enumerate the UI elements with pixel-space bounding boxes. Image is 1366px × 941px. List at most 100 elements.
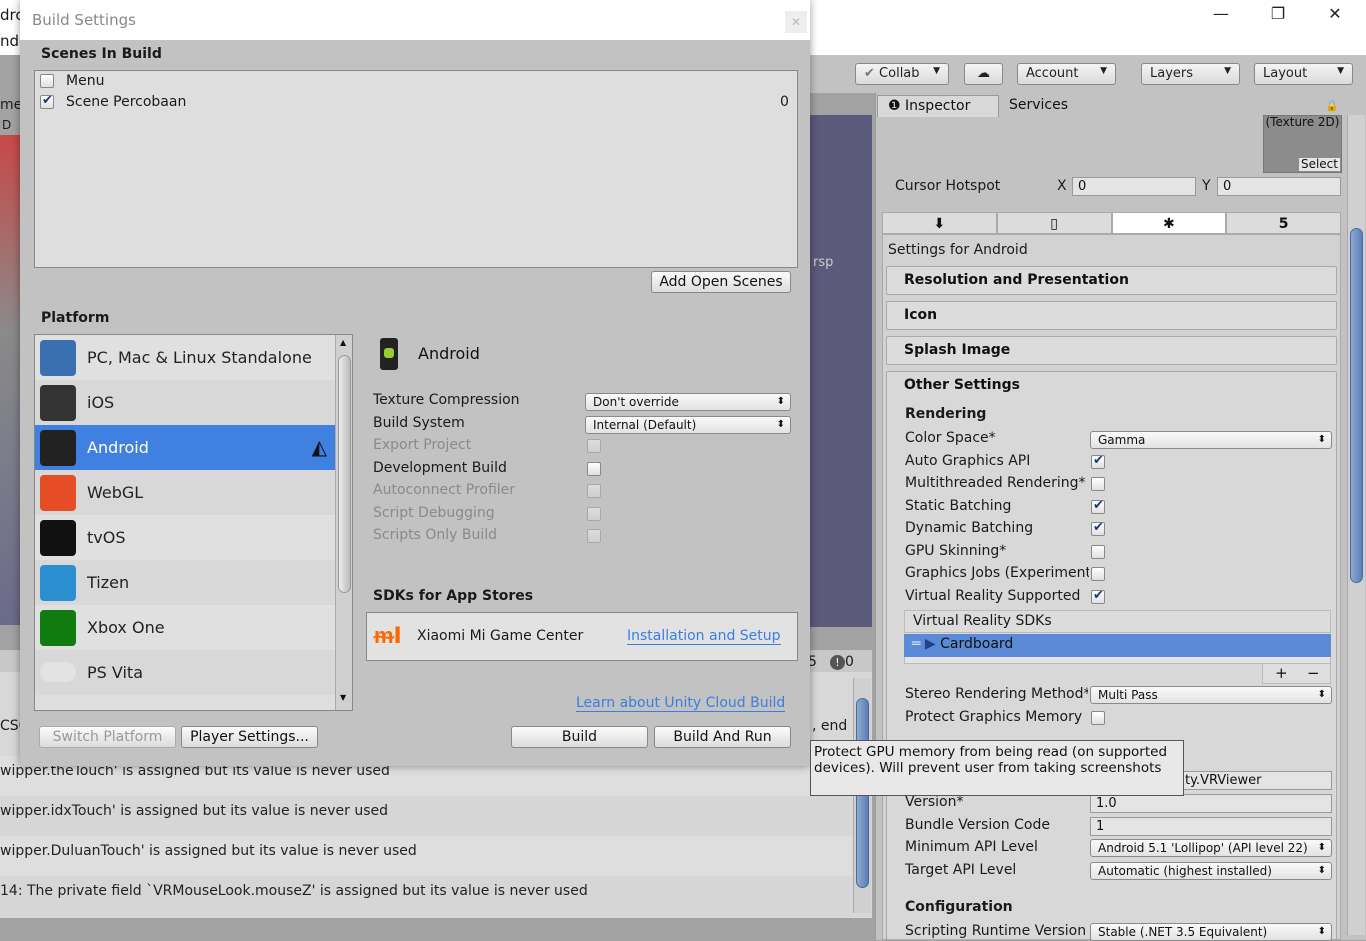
vr-sdks-header: Virtual Reality SDKs [904, 610, 1331, 633]
platform-item[interactable]: PS Vita [35, 650, 335, 695]
scene-view[interactable]: rsp [808, 115, 872, 627]
setting-dropdown[interactable]: Android 5.1 'Lollipop' (API level 22) [1090, 839, 1332, 857]
platform-tab[interactable]: ▯ [996, 212, 1112, 234]
caret-down-icon: ▼ [1100, 66, 1107, 76]
platform-tab[interactable]: ✱ [1111, 212, 1227, 234]
setting-dropdown[interactable]: Automatic (highest installed) [1090, 861, 1332, 880]
build-and-run-button[interactable]: Build And Run [654, 726, 791, 748]
build-option-checkbox [587, 529, 601, 543]
platform-item[interactable]: Android ◭ [35, 425, 335, 470]
setting-label: Virtual Reality Supported [905, 587, 1081, 604]
error-count-toggle[interactable]: ! 0 [830, 654, 854, 670]
setting-checkbox[interactable] [1091, 544, 1105, 559]
remove-sdk-button[interactable]: − [1307, 664, 1320, 682]
platform-item[interactable]: Xbox One [35, 605, 335, 650]
console-log-row[interactable]: wipper.DuluanTouch' is assigned but its … [0, 836, 852, 876]
scrollbar-thumb[interactable] [338, 355, 351, 593]
setting-field[interactable]: 1 [1090, 816, 1332, 836]
build-option-label: Export Project [373, 437, 472, 453]
texture-label: (Texture 2D) [1265, 115, 1340, 129]
platform-name: Xbox One [87, 618, 165, 637]
scrollbar-thumb[interactable] [1350, 228, 1363, 583]
platform-item[interactable]: Tizen [35, 560, 335, 605]
section-splash-image[interactable]: Splash Image [886, 336, 1337, 365]
setting-label: Bundle Version Code [905, 816, 1050, 833]
collab-button[interactable]: ✔ Collab ▼ [855, 63, 949, 85]
close-button[interactable]: ✕ [1320, 4, 1350, 23]
scene-checkbox[interactable] [40, 93, 54, 109]
android-icon: ✱ [1163, 216, 1175, 232]
tooltip: Protect GPU memory from being read (on s… [810, 740, 1184, 796]
caret-down-icon: ▼ [933, 66, 940, 76]
installation-setup-link[interactable]: Installation and Setup [627, 628, 781, 645]
ps-vita-icon [40, 662, 76, 682]
setting-checkbox[interactable] [1091, 498, 1105, 514]
cloud-button[interactable]: ☁ [964, 63, 1003, 85]
platform-item[interactable]: iOS [35, 380, 335, 425]
setting-dropdown[interactable]: Gamma [1090, 431, 1332, 449]
player-settings-button[interactable]: Player Settings... [181, 726, 318, 748]
build-button[interactable]: Build [511, 726, 648, 748]
maximize-button[interactable]: ❐ [1263, 4, 1293, 23]
setting-checkbox[interactable] [1091, 567, 1105, 581]
platform-item[interactable]: WebGL [35, 470, 335, 515]
platform-name: iOS [87, 393, 115, 412]
cursor-hotspot-x-field[interactable]: 0 [1072, 177, 1196, 196]
console-log-row[interactable]: wipper.idxTouch' is assigned but its val… [0, 796, 852, 836]
stereo-rendering-dropdown[interactable]: Multi Pass [1090, 686, 1332, 704]
scroll-down-icon[interactable]: ▼ [340, 693, 346, 702]
section-resolution-and-presentation[interactable]: Resolution and Presentation [886, 266, 1337, 295]
dialog-title: Build Settings [32, 11, 136, 29]
dialog-close-button[interactable]: ✕ [785, 11, 807, 33]
setting-checkbox[interactable] [1091, 520, 1105, 536]
setting-field[interactable]: 1.0 [1090, 794, 1332, 813]
cloud-build-link[interactable]: Learn about Unity Cloud Build [576, 695, 786, 712]
scripting-runtime-dropdown[interactable]: Stable (.NET 3.5 Equivalent) [1090, 923, 1332, 941]
scene-name[interactable]: Menu [66, 73, 104, 89]
add-sdk-button[interactable]: + [1275, 664, 1288, 682]
scroll-up-icon[interactable]: ▲ [340, 338, 346, 347]
texture-select-button[interactable]: Select [1298, 158, 1340, 171]
build-option-label: Autoconnect Profiler [373, 482, 516, 498]
tab-inspector[interactable]: ❶ Inspector [877, 95, 999, 117]
xiaomi-logo-icon: ᵯI [374, 624, 402, 649]
account-dropdown[interactable]: Account ▼ [1017, 63, 1116, 85]
setting-checkbox[interactable] [1091, 453, 1105, 469]
platform-tab[interactable]: ⬇ [882, 212, 997, 234]
minimize-button[interactable]: — [1206, 4, 1236, 23]
setting-label: GPU Skinning* [905, 542, 1007, 559]
switch-platform-button[interactable]: Switch Platform [39, 726, 176, 748]
scene-view-left[interactable] [0, 135, 22, 625]
platform-item[interactable]: PC, Mac & Linux Standalone [35, 335, 335, 380]
build-option-dropdown[interactable]: Don't override [585, 393, 791, 411]
protect-graphics-checkbox[interactable] [1091, 711, 1105, 725]
platform-name: PS Vita [87, 663, 144, 682]
scene-checkbox[interactable] [40, 74, 54, 88]
platform-tab[interactable]: 5 [1226, 212, 1341, 234]
console-log-row[interactable]: 14: The private field `VRMouseLook.mouse… [0, 876, 852, 916]
lock-icon[interactable]: 🔒 [1325, 99, 1339, 112]
setting-label: Static Batching [905, 497, 1012, 514]
setting-checkbox[interactable] [1091, 588, 1105, 604]
tab-services[interactable]: Services [999, 95, 1078, 117]
sdk-row-xiaomi: ᵯI Xiaomi Mi Game Center Installation an… [366, 612, 798, 661]
platform-item[interactable]: tvOS [35, 515, 335, 560]
expand-arrow-icon[interactable]: ▶ [925, 636, 936, 652]
scene-name[interactable]: Scene Percobaan [66, 94, 186, 110]
error-count: 0 [845, 654, 854, 670]
section-icon[interactable]: Icon [886, 301, 1337, 330]
build-option-dropdown[interactable]: Internal (Default) [585, 415, 791, 434]
layout-dropdown[interactable]: Layout ▼ [1254, 63, 1353, 85]
layers-dropdown[interactable]: Layers ▼ [1141, 63, 1240, 85]
platform-scrollbar[interactable]: ▲ ▼ [335, 335, 352, 710]
inspector-scrollbar[interactable] [1347, 115, 1365, 935]
xbox-icon [40, 610, 76, 646]
caret-down-icon: ▼ [1224, 66, 1231, 76]
drag-handle-icon[interactable]: ═ [912, 636, 920, 652]
left-edge-text: D [2, 118, 12, 132]
setting-checkbox[interactable] [1091, 477, 1105, 491]
vr-sdk-item-cardboard[interactable]: ═ ▶ Cardboard [904, 634, 1331, 657]
add-open-scenes-button[interactable]: Add Open Scenes [651, 271, 791, 293]
cursor-hotspot-y-field[interactable]: 0 [1217, 177, 1341, 196]
build-option-checkbox[interactable] [587, 461, 601, 476]
